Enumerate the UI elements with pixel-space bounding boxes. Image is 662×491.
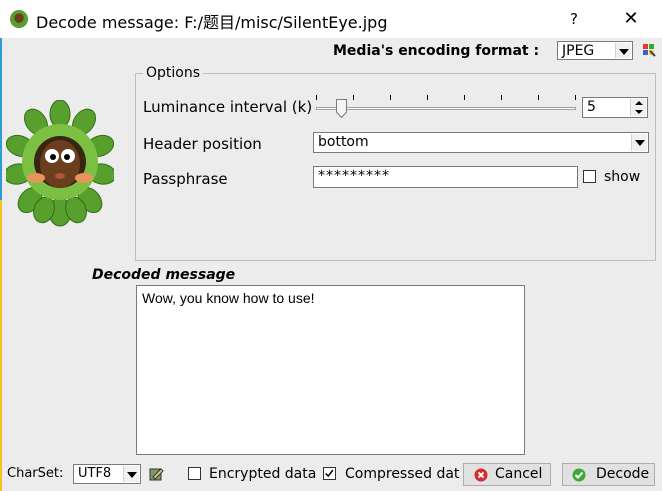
decoded-message-label: Decoded message — [92, 267, 236, 283]
slider-tick — [353, 95, 354, 100]
charset-select[interactable]: UTF8 — [73, 464, 141, 484]
compressed-data-label: Compressed dat — [345, 466, 460, 482]
header-position-label: Header position — [143, 135, 262, 153]
cancel-button-label: Cancel — [495, 466, 543, 482]
checkmark-icon — [325, 469, 334, 478]
encrypted-data-checkbox[interactable] — [188, 467, 201, 480]
luminance-spinbox[interactable]: 5 — [582, 97, 648, 118]
charset-edit-icon[interactable] — [149, 466, 164, 481]
cancel-button[interactable]: Cancel — [463, 463, 551, 486]
slider-tick — [390, 95, 391, 100]
passphrase-input[interactable]: ********* — [313, 166, 578, 188]
encoding-format-select[interactable]: JPEG — [557, 41, 633, 60]
decode-button[interactable]: Decode — [562, 463, 655, 486]
header-position-select[interactable]: bottom — [313, 132, 649, 153]
title-bar: Decode message: F:/题目/misc/SilentEye.jpg… — [0, 0, 662, 38]
decode-button-label: Decode — [596, 466, 650, 482]
passphrase-label: Passphrase — [143, 170, 228, 188]
app-icon — [10, 10, 28, 28]
cancel-icon — [474, 468, 488, 482]
window-title: Decode message: F:/题目/misc/SilentEye.jpg — [36, 13, 388, 32]
silenteye-mascot-image — [6, 100, 114, 227]
slider-tick — [464, 95, 465, 100]
luminance-slider-thumb[interactable] — [335, 99, 347, 118]
charset-label: CharSet: — [7, 466, 64, 481]
decoded-message-textarea[interactable]: Wow, you know how to use! — [136, 285, 525, 455]
spin-buttons[interactable] — [630, 99, 646, 116]
compressed-data-checkbox[interactable] — [323, 467, 336, 480]
header-position-value: bottom — [318, 134, 369, 150]
close-button[interactable]: ✕ — [616, 6, 646, 32]
luminance-value: 5 — [587, 99, 596, 115]
decode-check-icon — [572, 468, 586, 482]
slider-tick — [575, 95, 576, 100]
slider-tick — [501, 95, 502, 100]
show-passphrase-checkbox[interactable] — [583, 170, 596, 183]
format-settings-icon[interactable] — [642, 43, 656, 57]
spin-up-icon[interactable] — [635, 101, 643, 105]
slider-tick — [316, 95, 317, 100]
encoding-format-label: Media's encoding format : — [333, 43, 540, 59]
options-group-title: Options — [143, 65, 204, 81]
spin-down-icon[interactable] — [635, 110, 643, 114]
luminance-slider-track[interactable] — [316, 107, 576, 110]
chevron-down-icon[interactable] — [615, 43, 631, 58]
chevron-down-icon[interactable] — [123, 466, 139, 482]
slider-tick — [538, 95, 539, 100]
slider-tick — [427, 95, 428, 100]
encrypted-data-label: Encrypted data — [209, 466, 317, 482]
luminance-interval-label: Luminance interval (k) — [143, 98, 313, 116]
charset-value: UTF8 — [78, 466, 112, 481]
chevron-down-icon[interactable] — [631, 134, 647, 151]
window-edge-accent — [0, 200, 2, 491]
encoding-format-value: JPEG — [562, 43, 595, 59]
show-passphrase-label: show — [604, 169, 641, 185]
help-button[interactable]: ? — [560, 6, 588, 32]
